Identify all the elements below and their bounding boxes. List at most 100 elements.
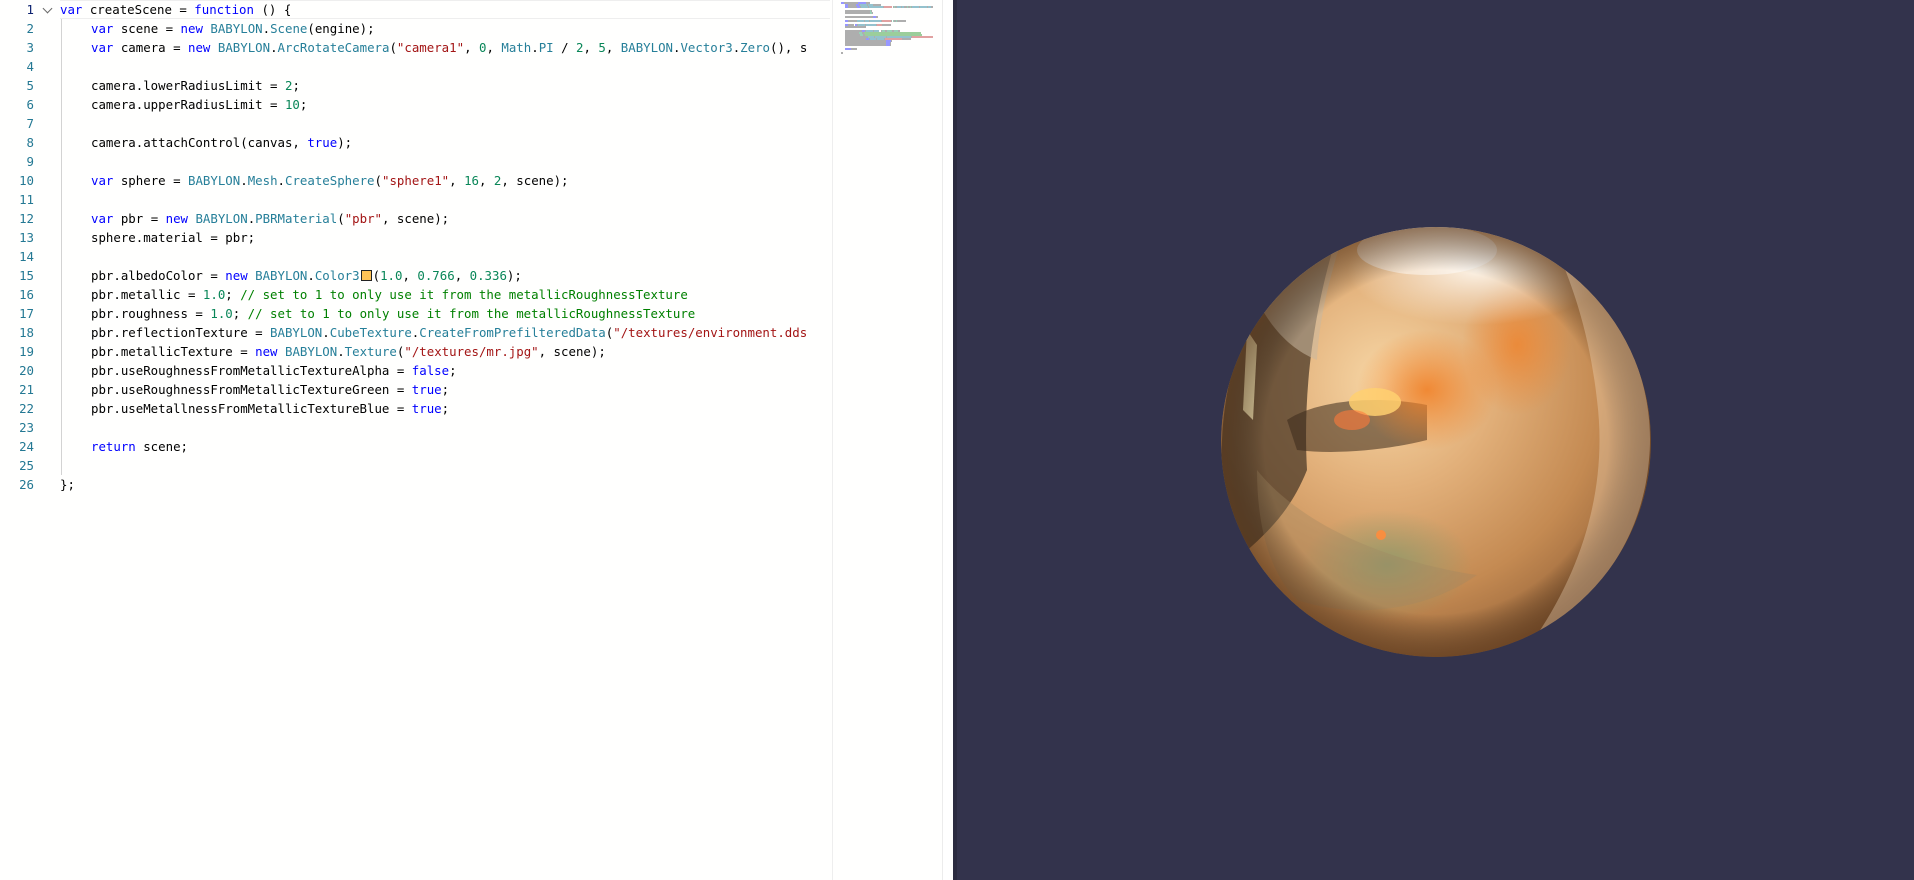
code-line[interactable]: var pbr = new BABYLON.PBRMaterial("pbr",… xyxy=(91,209,449,228)
line-number: 25 xyxy=(19,458,34,473)
line-number: 24 xyxy=(19,439,34,454)
code-token: BABYLON xyxy=(270,325,323,340)
line-number: 4 xyxy=(26,59,34,74)
code-token: "/textures/environment.dds xyxy=(613,325,808,340)
code-token: / xyxy=(553,40,576,55)
code-token: new xyxy=(188,40,211,55)
code-token: , xyxy=(478,173,494,188)
minimap-segment xyxy=(912,6,920,8)
minimap[interactable] xyxy=(832,0,943,880)
code-token: ; xyxy=(449,363,457,378)
code-line[interactable]: pbr.metallicTexture = new BABYLON.Textur… xyxy=(91,342,606,361)
code-token: . xyxy=(270,40,278,55)
minimap-segment xyxy=(857,20,864,22)
code-line[interactable]: pbr.useRoughnessFromMetallicTextureGreen… xyxy=(91,380,449,399)
code-line[interactable]: pbr.useMetallnessFromMetallicTextureBlue… xyxy=(91,399,449,418)
code-token: . xyxy=(277,173,285,188)
code-token: 10 xyxy=(284,97,300,112)
minimap-segment xyxy=(876,16,879,18)
code-token: , xyxy=(486,40,502,55)
code-token: ); xyxy=(506,268,522,283)
code-token: 1.0 xyxy=(380,268,403,283)
code-line[interactable]: camera.attachControl(canvas, true); xyxy=(91,133,352,152)
code-line[interactable]: }; xyxy=(60,475,75,494)
code-area[interactable]: var createScene = function () {var scene… xyxy=(60,0,830,880)
code-token: BABYLON xyxy=(217,40,271,55)
code-token: pbr.reflectionTexture = xyxy=(91,325,271,340)
code-token: . xyxy=(337,344,345,359)
minimap-segment xyxy=(845,26,866,28)
minimap-segment xyxy=(868,6,883,8)
code-line[interactable]: camera.upperRadiusLimit = 10; xyxy=(91,95,307,114)
line-number: 17 xyxy=(19,306,34,321)
code-token: BABYLON xyxy=(195,211,248,226)
code-line[interactable]: camera.lowerRadiusLimit = 2; xyxy=(91,76,300,95)
minimap-segment xyxy=(911,36,933,38)
code-token: var xyxy=(60,2,83,17)
code-token: pbr.roughness = xyxy=(91,306,211,321)
code-token: false xyxy=(411,363,450,378)
code-token: ( xyxy=(372,268,381,283)
code-line[interactable]: pbr.useRoughnessFromMetallicTextureAlpha… xyxy=(91,361,457,380)
line-number: 11 xyxy=(19,192,34,207)
line-number: 16 xyxy=(19,287,34,302)
minimap-segment xyxy=(865,24,877,26)
render-canvas[interactable] xyxy=(957,0,1914,880)
color-swatch-icon[interactable] xyxy=(360,270,372,281)
code-token: return xyxy=(91,439,136,454)
line-number: 1 xyxy=(26,2,34,17)
code-token: Texture xyxy=(344,344,397,359)
code-token: , xyxy=(402,268,418,283)
code-token: ArcRotateCamera xyxy=(277,40,390,55)
code-token: 1.0 xyxy=(202,287,226,302)
code-token: var xyxy=(91,21,114,36)
code-token: ; xyxy=(232,306,248,321)
code-token: pbr.metallic = xyxy=(91,287,203,302)
code-line[interactable]: var scene = new BABYLON.Scene(engine); xyxy=(91,19,375,38)
code-token: true xyxy=(411,382,442,397)
code-token: new xyxy=(255,344,278,359)
code-token: Color3 xyxy=(314,268,360,283)
code-token: }; xyxy=(60,477,75,492)
code-token: . xyxy=(240,173,248,188)
code-token: . xyxy=(531,40,539,55)
code-token: Zero xyxy=(740,40,770,55)
code-token: ; xyxy=(299,97,308,112)
code-token: . xyxy=(307,268,315,283)
minimap-segment xyxy=(882,24,891,26)
code-token: camera = xyxy=(113,40,188,55)
code-token: 0.336 xyxy=(469,268,507,283)
code-token: ( xyxy=(389,40,397,55)
code-token: new xyxy=(180,21,203,36)
code-token: ; xyxy=(292,78,300,93)
line-number: 18 xyxy=(19,325,34,340)
minimap-segment xyxy=(889,44,891,46)
code-token: ( xyxy=(337,211,345,226)
code-line[interactable]: sphere.material = pbr; xyxy=(91,228,255,247)
code-line[interactable]: pbr.albedoColor = new BABYLON.Color3 (1.0… xyxy=(91,266,522,285)
code-token: pbr.useRoughnessFromMetallicTextureGreen… xyxy=(91,382,412,397)
code-line[interactable]: pbr.roughness = 1.0; // set to 1 to only… xyxy=(91,304,695,323)
code-line[interactable]: return scene; xyxy=(91,437,188,456)
code-token: CreateSphere xyxy=(285,173,375,188)
code-token: 5 xyxy=(598,40,606,55)
minimap-segment xyxy=(902,38,911,40)
minimap-segment xyxy=(931,6,933,8)
code-line[interactable]: pbr.metallic = 1.0; // set to 1 to only … xyxy=(91,285,688,304)
code-line[interactable]: var sphere = BABYLON.Mesh.CreateSphere("… xyxy=(91,171,569,190)
minimap-segment xyxy=(845,12,870,14)
code-token: var xyxy=(91,211,114,226)
code-token: () { xyxy=(253,2,292,17)
code-token: BABYLON xyxy=(210,21,263,36)
minimap-segment xyxy=(882,20,891,22)
code-line[interactable]: var camera = new BABYLON.ArcRotateCamera… xyxy=(91,38,807,57)
minimap-segment xyxy=(850,48,858,50)
code-line[interactable]: pbr.reflectionTexture = BABYLON.CubeText… xyxy=(91,323,807,342)
line-number: 14 xyxy=(19,249,34,264)
code-editor[interactable]: var createScene = function () {var scene… xyxy=(0,0,957,880)
code-line[interactable]: var createScene = function () { xyxy=(60,0,291,19)
code-token: new xyxy=(225,268,248,283)
code-token: ( xyxy=(374,173,382,188)
code-token: Mesh xyxy=(247,173,278,188)
